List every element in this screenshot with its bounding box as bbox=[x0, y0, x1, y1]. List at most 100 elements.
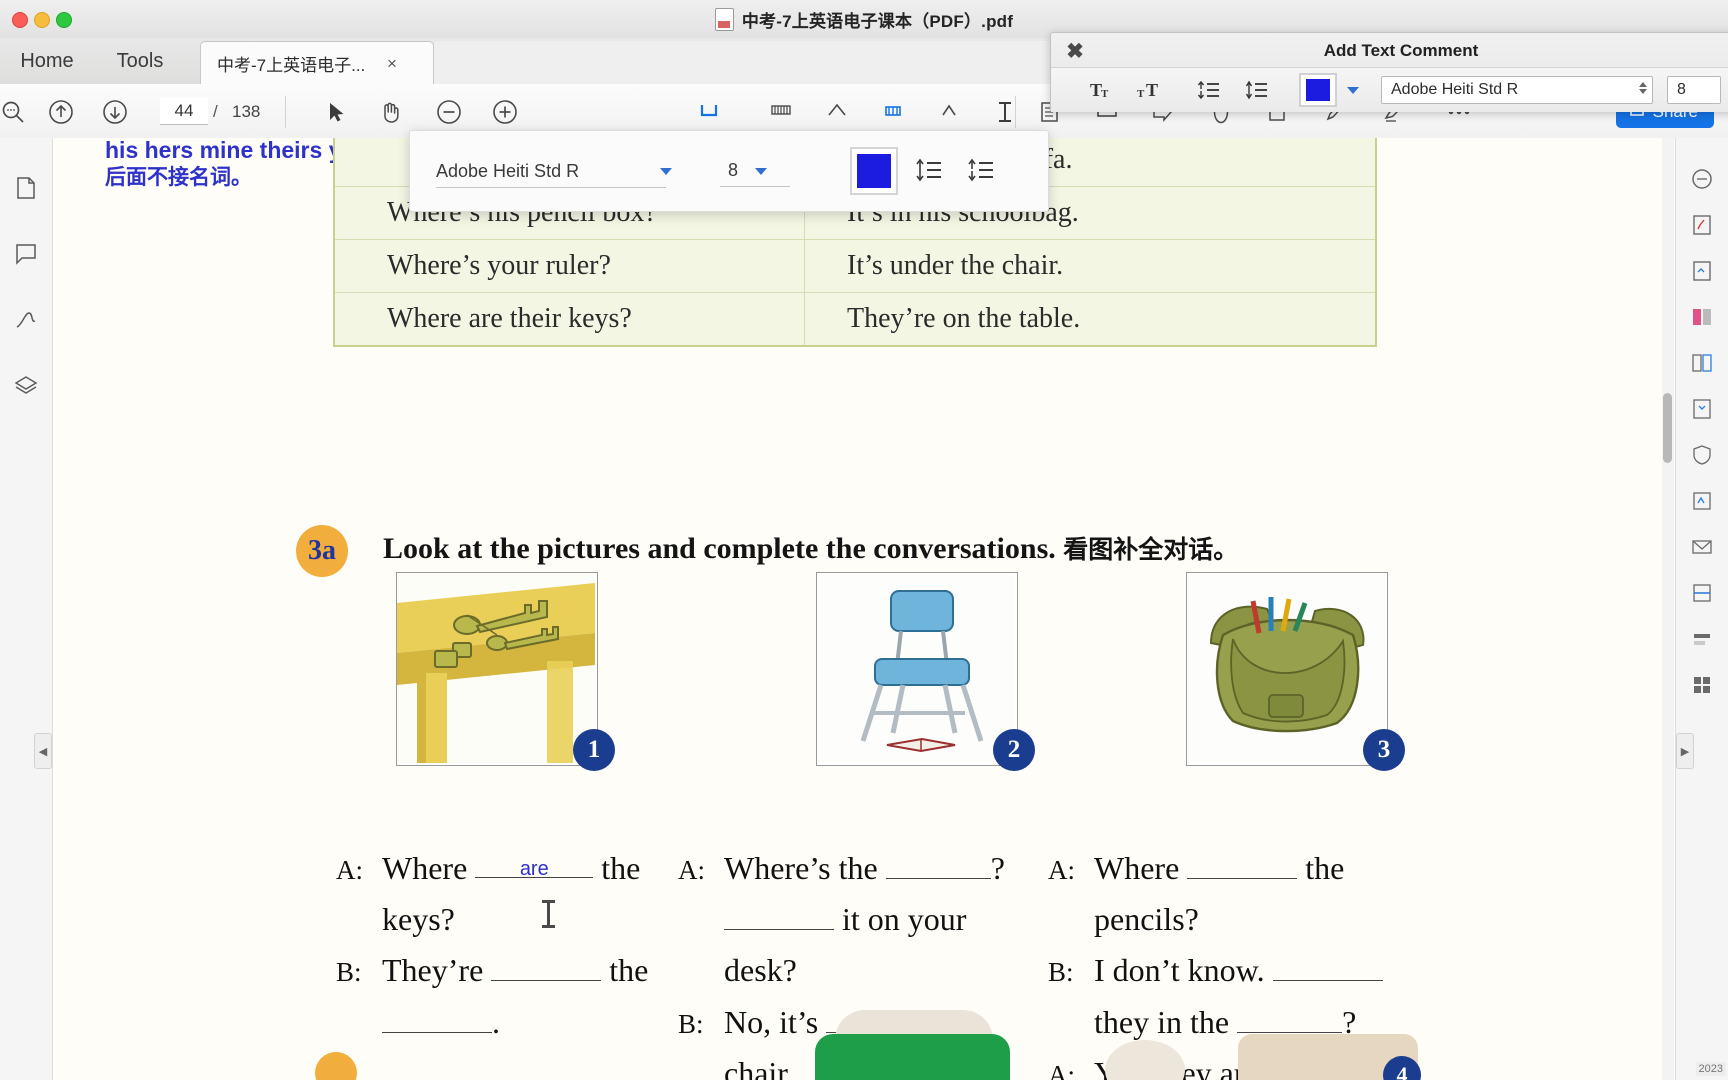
squiggly-icon[interactable] bbox=[818, 93, 856, 131]
text-cursor-icon[interactable] bbox=[986, 93, 1024, 131]
chevron-down-icon[interactable] bbox=[1639, 89, 1647, 94]
comment-bubble-icon[interactable] bbox=[0, 228, 52, 280]
zoom-in-icon[interactable] bbox=[486, 93, 524, 131]
window-title: 中考-7上英语电子课本（PDF）.pdf bbox=[741, 11, 1014, 31]
answer-blank[interactable] bbox=[885, 844, 991, 879]
answer-blank[interactable] bbox=[1272, 947, 1383, 982]
answer-blank[interactable] bbox=[1187, 844, 1298, 879]
conversation-line: A: Where’s the ? bbox=[678, 843, 1008, 894]
svg-text:T: T bbox=[1101, 88, 1109, 100]
collapse-left-panel-button[interactable]: ◀ bbox=[34, 733, 52, 769]
collapse-right-panel-button[interactable]: ▶ bbox=[1676, 733, 1694, 769]
strikethrough-icon[interactable] bbox=[874, 93, 912, 131]
line-spacing-icon[interactable] bbox=[1233, 68, 1281, 112]
chevron-down-icon[interactable] bbox=[660, 168, 672, 175]
conversation-line: . bbox=[336, 997, 656, 1048]
increase-text-size-icon[interactable]: TT bbox=[1125, 68, 1173, 112]
font-family-input[interactable]: Adobe Heiti Std R bbox=[1381, 76, 1653, 104]
redact-icon[interactable] bbox=[1676, 616, 1728, 662]
note-pen-icon[interactable] bbox=[930, 93, 968, 131]
request-signature-icon[interactable] bbox=[1676, 524, 1728, 570]
highlight-icon[interactable] bbox=[690, 93, 728, 131]
svg-text:T: T bbox=[1137, 88, 1145, 100]
static-text: the bbox=[601, 952, 649, 989]
select-tool-icon[interactable] bbox=[318, 93, 356, 131]
static-text: they in the bbox=[1094, 1003, 1238, 1040]
tab-empty-slot[interactable] bbox=[434, 41, 1095, 84]
conversation-text: chair. bbox=[724, 1048, 794, 1080]
floating-font-toolbar[interactable]: Adobe Heiti Std R 8 bbox=[409, 130, 1049, 212]
organize-pages-icon[interactable] bbox=[1676, 340, 1728, 386]
scan-ocr-icon[interactable] bbox=[1676, 570, 1728, 616]
section-instruction: Look at the pictures and complete the co… bbox=[383, 530, 1238, 566]
page-scrollbar-thumb[interactable] bbox=[1663, 393, 1672, 463]
font-size-input[interactable]: 8 bbox=[1667, 76, 1721, 104]
conversation-1[interactable]: A: Where are the keys? B: They’re the. bbox=[336, 843, 656, 1048]
document-canvas[interactable]: his hers mine theirs yours 后面不接名词。 They’… bbox=[53, 138, 1675, 1080]
table-cell-question: Where are their keys? bbox=[335, 293, 805, 345]
panel-controls-row: TT TT Adobe Heiti Std R 8 bbox=[1051, 67, 1728, 112]
create-pdf-icon[interactable] bbox=[1676, 248, 1728, 294]
bottom-section-badge bbox=[315, 1052, 357, 1080]
answer-blank[interactable] bbox=[1237, 998, 1343, 1033]
text-color-value bbox=[1306, 79, 1330, 101]
text-color-swatch[interactable] bbox=[850, 147, 898, 195]
table-row: Where are their keys? They’re on the tab… bbox=[335, 292, 1375, 345]
chevron-up-icon[interactable] bbox=[1639, 82, 1647, 87]
pdf-page[interactable]: his hers mine theirs yours 后面不接名词。 They’… bbox=[53, 138, 1675, 1080]
chevron-down-icon-size[interactable] bbox=[755, 168, 767, 175]
edit-pdf-icon[interactable] bbox=[1676, 202, 1728, 248]
page-down-icon[interactable] bbox=[96, 93, 134, 131]
conversation-line: it on your bbox=[678, 894, 1008, 945]
combine-files-icon[interactable] bbox=[1676, 294, 1728, 340]
zoom-out-icon[interactable] bbox=[430, 93, 468, 131]
menu-tools[interactable]: Tools bbox=[85, 38, 195, 84]
font-family-select[interactable]: Adobe Heiti Std R bbox=[436, 155, 666, 188]
paragraph-spacing-icon[interactable] bbox=[1185, 68, 1233, 112]
more-tools-icon[interactable] bbox=[1676, 662, 1728, 708]
hand-tool-icon[interactable] bbox=[372, 93, 410, 131]
static-text: the bbox=[593, 850, 641, 886]
line-spacing-icon[interactable] bbox=[910, 151, 948, 189]
static-text: chair. bbox=[724, 1054, 795, 1080]
fill-sign-icon[interactable] bbox=[1676, 478, 1728, 524]
conversation-text: They’re the bbox=[382, 945, 648, 996]
conversation-speaker: A: bbox=[336, 855, 363, 885]
protect-icon[interactable] bbox=[1676, 432, 1728, 478]
conversation-line: B: They’re the bbox=[336, 945, 656, 996]
compress-pdf-icon[interactable] bbox=[1676, 386, 1728, 432]
answer-blank[interactable] bbox=[724, 896, 834, 931]
static-text: They’re bbox=[382, 952, 492, 989]
page-thumbnails-icon[interactable] bbox=[0, 162, 52, 214]
search-icon[interactable] bbox=[0, 93, 32, 131]
page-number-input[interactable]: 44 bbox=[160, 98, 208, 125]
pdf-file-icon bbox=[714, 7, 734, 31]
text-cursor-ibeam bbox=[542, 900, 555, 928]
decrease-text-size-icon[interactable]: TT bbox=[1077, 68, 1125, 112]
picture-number-badge: 3 bbox=[1363, 729, 1405, 771]
underline-icon[interactable] bbox=[762, 93, 800, 131]
answer-blank[interactable] bbox=[491, 947, 602, 982]
paragraph-spacing-icon[interactable] bbox=[962, 151, 1000, 189]
close-icon[interactable]: × bbox=[387, 54, 397, 74]
page-scrollbar-track[interactable] bbox=[1662, 138, 1674, 1080]
conversation-text: I don’t know. bbox=[1094, 945, 1383, 996]
conversation-speaker: A: bbox=[1048, 1059, 1075, 1080]
picture-card-3: 3 bbox=[1186, 572, 1405, 771]
tab-document[interactable]: 中考-7上英语电子... × bbox=[200, 41, 434, 85]
layers-icon[interactable] bbox=[0, 360, 52, 412]
page-up-icon[interactable] bbox=[42, 93, 80, 131]
export-pdf-icon[interactable] bbox=[1676, 156, 1728, 202]
bottom-art-green-book bbox=[815, 1034, 1010, 1080]
font-family-stepper[interactable] bbox=[1639, 82, 1647, 94]
add-text-comment-panel[interactable]: ✖ Add Text Comment TT TT Adobe Heiti Std… bbox=[1050, 32, 1728, 112]
text-color-swatch[interactable] bbox=[1299, 73, 1337, 107]
chair-with-book-picture bbox=[817, 573, 1015, 763]
conversation-line: keys? bbox=[336, 894, 656, 945]
answer-blank[interactable] bbox=[382, 998, 492, 1033]
signature-icon[interactable] bbox=[0, 294, 52, 346]
color-dropdown-icon[interactable] bbox=[1347, 86, 1359, 94]
filled-blank[interactable]: are bbox=[475, 843, 594, 880]
static-text: keys? bbox=[382, 901, 455, 938]
picture-card-1: 1 bbox=[396, 572, 615, 771]
